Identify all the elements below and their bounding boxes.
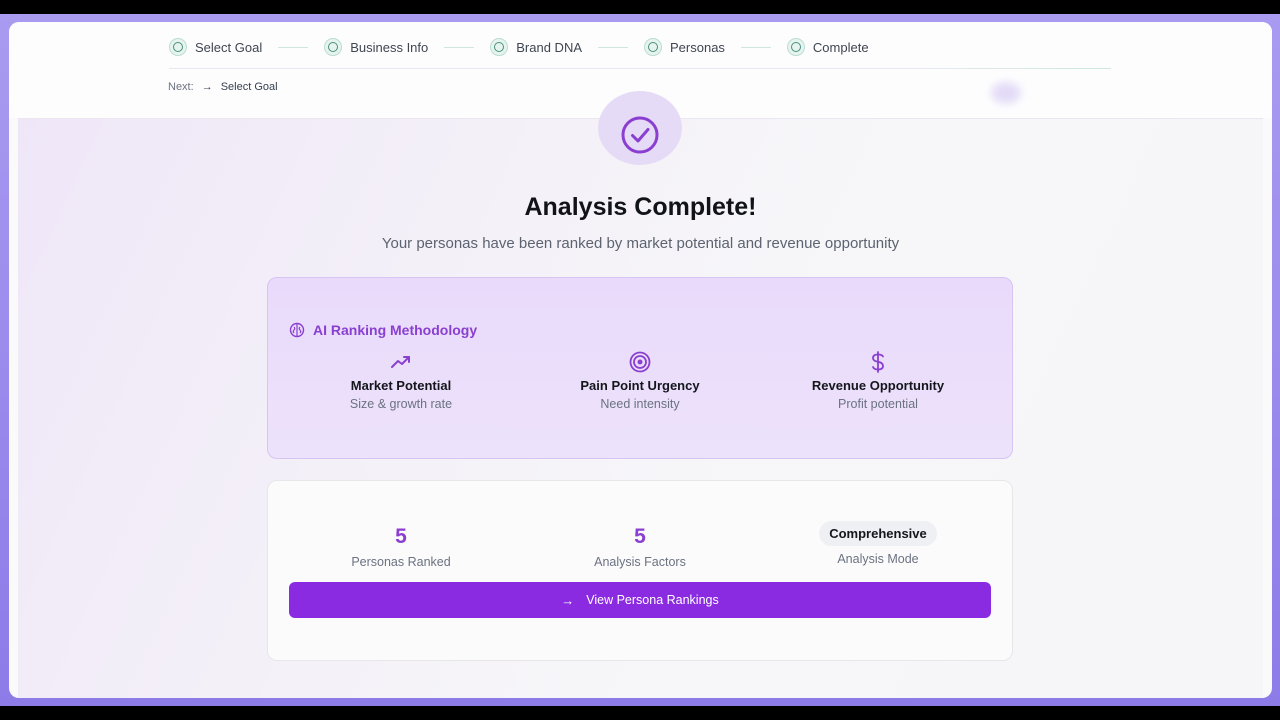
step-label: Complete	[812, 39, 869, 55]
stat-label: Analysis Mode	[837, 552, 919, 566]
step-connector	[740, 46, 771, 48]
check-circle-icon	[621, 116, 659, 154]
factor-description: Need intensity	[600, 397, 680, 411]
stat-value: 5	[395, 525, 407, 548]
methodology-card: AI Ranking Methodology Market Potential …	[267, 277, 1013, 459]
methodology-heading-text: AI Ranking Methodology	[313, 322, 478, 338]
mode-badge: Comprehensive	[819, 521, 937, 546]
step-circle-icon	[490, 38, 509, 56]
trending-up-icon	[391, 356, 410, 368]
page-subtitle: Your personas have been ranked by market…	[381, 235, 900, 252]
step-complete[interactable]: Complete	[786, 38, 869, 56]
factor-name: Market Potential	[350, 378, 452, 393]
stat-analysis-factors: 5 Analysis Factors	[520, 525, 760, 569]
step-label: Personas	[670, 39, 725, 55]
factor-market-potential: Market Potential Size & growth rate	[281, 352, 521, 411]
stepper: Select Goal Business Info Brand DNA Pers…	[169, 38, 869, 56]
stats-card: 5 Personas Ranked 5 Analysis Factors Com…	[267, 480, 1013, 661]
step-select-goal[interactable]: Select Goal	[169, 38, 262, 56]
next-step-hint: Next: → Select Goal	[168, 81, 278, 93]
next-prefix: Next:	[168, 81, 194, 93]
factor-name: Revenue Opportunity	[811, 378, 945, 393]
factor-name: Pain Point Urgency	[580, 378, 700, 393]
arrow-right-icon: →	[561, 592, 575, 608]
step-connector	[278, 46, 309, 48]
view-persona-rankings-button[interactable]: → View Persona Rankings	[289, 582, 991, 618]
stat-label: Personas Ranked	[351, 555, 451, 569]
success-badge	[598, 91, 682, 165]
step-business-info[interactable]: Business Info	[324, 38, 428, 56]
factor-description: Profit potential	[838, 397, 918, 411]
step-circle-icon	[786, 38, 805, 56]
target-icon	[629, 351, 651, 373]
decorative-blob	[991, 82, 1021, 104]
arrow-right-icon: →	[201, 81, 213, 93]
brain-icon	[289, 322, 305, 338]
step-connector	[444, 46, 475, 48]
step-circle-icon	[324, 38, 343, 56]
stat-value: 5	[634, 525, 646, 548]
stat-label: Analysis Factors	[594, 555, 686, 569]
factor-revenue-opportunity: Revenue Opportunity Profit potential	[758, 351, 998, 411]
step-personas[interactable]: Personas	[644, 38, 725, 56]
step-label: Brand DNA	[516, 39, 582, 55]
step-label: Business Info	[350, 39, 429, 55]
stat-personas-ranked: 5 Personas Ranked	[281, 525, 521, 569]
factor-description: Size & growth rate	[349, 397, 453, 411]
step-circle-icon	[644, 38, 662, 56]
button-label: View Persona Rankings	[586, 593, 719, 607]
app-window: Select Goal Business Info Brand DNA Pers…	[9, 22, 1272, 698]
page-title: Analysis Complete!	[524, 193, 757, 221]
step-label: Select Goal	[195, 39, 263, 55]
stat-analysis-mode: Comprehensive Analysis Mode	[758, 521, 998, 566]
step-connector	[598, 46, 628, 48]
dollar-icon	[872, 351, 884, 373]
results-panel: Analysis Complete! Your personas have be…	[18, 91, 1263, 698]
step-brand-dna[interactable]: Brand DNA	[490, 38, 582, 56]
next-step-link[interactable]: Select Goal	[221, 81, 278, 93]
header-divider	[169, 68, 1111, 69]
factor-pain-point-urgency: Pain Point Urgency Need intensity	[520, 351, 760, 411]
step-circle-icon	[169, 38, 187, 56]
methodology-heading: AI Ranking Methodology	[289, 322, 477, 338]
